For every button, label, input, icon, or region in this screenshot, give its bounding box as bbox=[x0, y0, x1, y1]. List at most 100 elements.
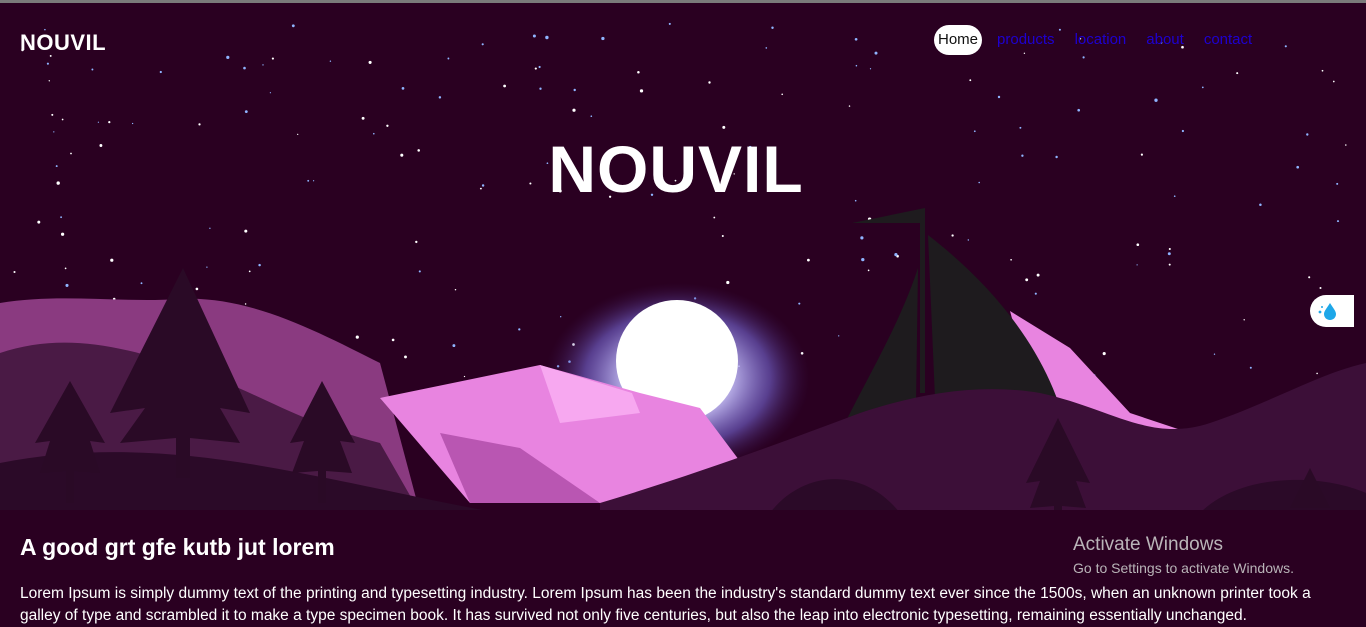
star bbox=[244, 303, 247, 305]
star bbox=[1082, 56, 1085, 59]
star bbox=[60, 232, 65, 236]
sailboat-sail-left bbox=[846, 268, 918, 421]
star bbox=[765, 47, 768, 49]
star bbox=[1102, 352, 1106, 356]
star bbox=[951, 234, 954, 237]
star bbox=[854, 37, 858, 41]
star bbox=[1201, 86, 1204, 89]
star bbox=[415, 240, 418, 244]
star bbox=[997, 95, 1001, 99]
star bbox=[539, 87, 542, 90]
star bbox=[65, 283, 69, 287]
star bbox=[1136, 264, 1138, 266]
star bbox=[518, 328, 521, 331]
star bbox=[861, 257, 865, 262]
star bbox=[781, 93, 784, 96]
star bbox=[538, 65, 541, 69]
star bbox=[244, 229, 248, 233]
water-drop-icon bbox=[1318, 303, 1336, 320]
star bbox=[368, 60, 372, 64]
star bbox=[1284, 45, 1287, 48]
star bbox=[1077, 108, 1081, 112]
star bbox=[572, 108, 576, 112]
star bbox=[195, 287, 199, 291]
star bbox=[481, 43, 484, 46]
star bbox=[110, 258, 114, 262]
star bbox=[1025, 278, 1029, 282]
star bbox=[1034, 292, 1037, 295]
star bbox=[590, 115, 593, 118]
star bbox=[969, 79, 972, 82]
star bbox=[545, 35, 549, 40]
star bbox=[108, 121, 111, 124]
star bbox=[258, 263, 261, 267]
star bbox=[271, 57, 274, 60]
star bbox=[391, 338, 395, 342]
nav-contact[interactable]: contact bbox=[1199, 25, 1257, 55]
star bbox=[48, 80, 50, 82]
star bbox=[248, 270, 251, 273]
hero-section: NOUVIL Home products location about cont… bbox=[0, 3, 1366, 510]
star bbox=[226, 55, 230, 60]
nav-about[interactable]: about bbox=[1141, 25, 1189, 55]
hero-title: NOUVIL bbox=[548, 132, 804, 206]
star bbox=[601, 36, 605, 41]
section-heading: A good grt gfe kutb jut lorem bbox=[20, 534, 335, 560]
content-section: A good grt gfe kutb jut lorem Lorem Ipsu… bbox=[0, 510, 1366, 624]
star bbox=[46, 62, 49, 65]
brand-logo[interactable]: NOUVIL bbox=[20, 30, 106, 56]
star bbox=[404, 355, 407, 359]
star bbox=[198, 123, 201, 126]
star bbox=[639, 89, 644, 93]
star bbox=[668, 22, 671, 25]
star bbox=[713, 216, 716, 219]
star bbox=[869, 68, 872, 70]
star bbox=[1243, 319, 1245, 321]
star bbox=[860, 236, 864, 240]
star bbox=[1010, 258, 1012, 261]
star bbox=[418, 270, 421, 273]
star bbox=[708, 81, 711, 84]
star bbox=[1136, 243, 1140, 247]
star bbox=[244, 110, 248, 114]
star bbox=[1036, 273, 1040, 277]
star bbox=[637, 71, 640, 74]
star bbox=[1154, 98, 1158, 102]
star bbox=[1213, 353, 1216, 355]
star bbox=[867, 269, 870, 272]
nav-location[interactable]: location bbox=[1070, 25, 1132, 55]
star bbox=[848, 105, 851, 107]
star bbox=[91, 68, 94, 71]
side-widget-button[interactable] bbox=[1310, 295, 1354, 327]
star bbox=[97, 121, 100, 123]
main-nav: Home products location about contact bbox=[934, 25, 1267, 55]
star bbox=[13, 270, 16, 274]
nav-home[interactable]: Home bbox=[934, 25, 983, 55]
star bbox=[1308, 276, 1311, 279]
star bbox=[1167, 252, 1171, 256]
star bbox=[51, 113, 54, 116]
nav-products[interactable]: products bbox=[992, 25, 1060, 55]
star bbox=[1321, 69, 1324, 72]
star bbox=[1168, 247, 1171, 251]
star bbox=[838, 335, 840, 337]
star bbox=[721, 234, 724, 238]
star bbox=[1236, 72, 1239, 75]
star bbox=[1249, 366, 1252, 369]
star bbox=[64, 267, 67, 270]
star bbox=[131, 122, 134, 125]
star bbox=[967, 239, 969, 241]
star bbox=[807, 258, 810, 262]
star bbox=[60, 216, 63, 219]
star bbox=[243, 66, 246, 70]
activate-windows-watermark: Activate Windows Go to Settings to activ… bbox=[1073, 534, 1294, 576]
star bbox=[1336, 220, 1340, 223]
section-paragraph: Lorem Ipsum is simply dummy text of the … bbox=[20, 585, 1311, 624]
star bbox=[1319, 286, 1322, 290]
star bbox=[159, 70, 162, 74]
star bbox=[573, 88, 576, 92]
star bbox=[269, 92, 271, 94]
star bbox=[209, 227, 211, 229]
star bbox=[386, 124, 389, 127]
star bbox=[463, 375, 466, 378]
